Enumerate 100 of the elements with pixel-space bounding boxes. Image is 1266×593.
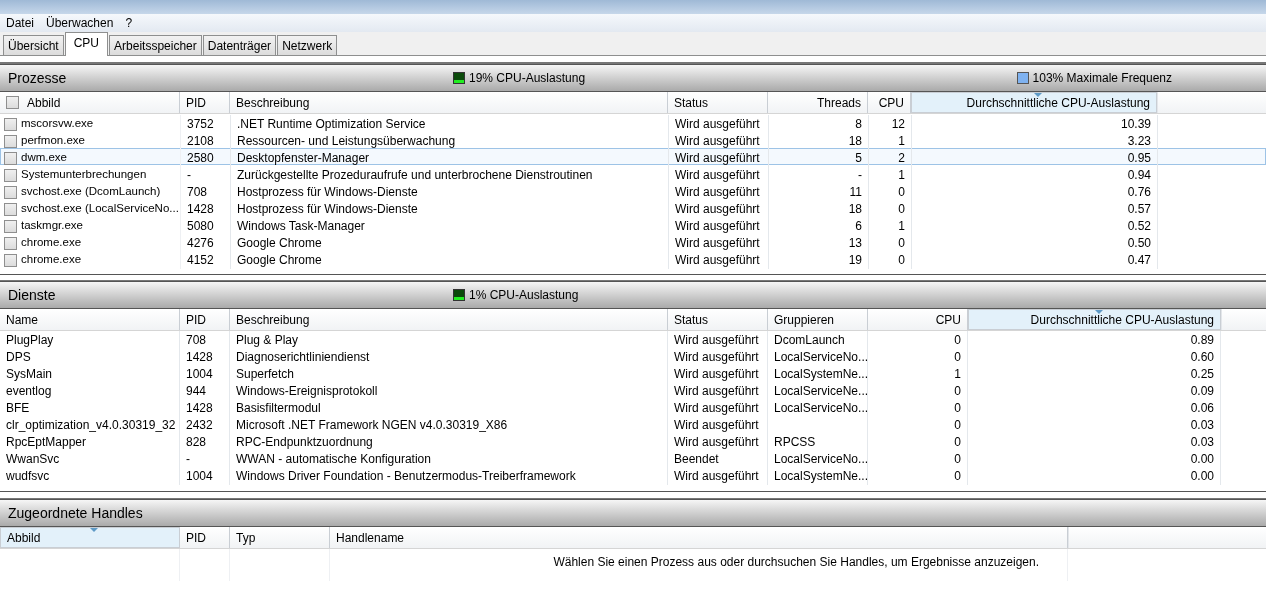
table-cell-text: 0.03	[1190, 417, 1214, 434]
tab[interactable]: CPU	[64, 32, 109, 56]
process-row[interactable]: Systemunterbrechungen - Zurückgestellte Prozeduraufrufe und unterbrochene Dienstroutinen Wird ausgeführt - 1 0.94	[0, 165, 1266, 182]
column-header[interactable]: PID	[180, 527, 230, 548]
tab[interactable]: Arbeitsspeicher	[109, 35, 202, 55]
table-cell-text: DcomLaunch	[774, 332, 845, 349]
checkbox[interactable]	[4, 253, 17, 267]
column-header[interactable]: Durchschnittliche CPU-Auslastung	[968, 309, 1221, 330]
table-cell-text: Systemunterbrechungen	[21, 167, 147, 183]
table-cell-text: 3.23	[1127, 133, 1151, 150]
tab[interactable]: Übersicht	[3, 35, 64, 55]
sort-arrow-icon	[90, 528, 98, 532]
process-row[interactable]: chrome.exe 4152 Google Chrome Wird ausgeführt 19 0 0.47	[0, 250, 1266, 267]
checkbox[interactable]	[4, 202, 17, 216]
column-header[interactable]: Beschreibung	[230, 309, 668, 330]
process-row[interactable]: taskmgr.exe 5080 Windows Task-Manager Wird ausgeführt 6 1 0.52	[0, 216, 1266, 233]
table-cell-text: Diagnoserichtliniendienst	[236, 349, 370, 366]
table-cell-text: 1	[898, 133, 905, 150]
panel-header[interactable]: Prozesse 19% CPU-Auslastung 103% Maximale Frequenz	[0, 64, 1266, 92]
table-cell-text: mscorsvw.exe	[21, 116, 94, 132]
table-cell-text: 18	[848, 133, 862, 150]
process-row[interactable]: mscorsvw.exe 3752 .NET Runtime Optimization Service Wird ausgeführt 8 12 10.39	[0, 114, 1266, 131]
checkbox[interactable]	[4, 117, 17, 131]
column-header[interactable]: Handlename	[330, 527, 1068, 548]
menu-item[interactable]: ?	[125, 14, 133, 32]
table-cell-text: -	[858, 167, 862, 184]
table-cell-text: 13	[848, 235, 862, 252]
table-cell-text: svchost.exe (DcomLaunch)	[21, 184, 161, 200]
table-cell-text: 11	[849, 184, 862, 201]
process-row[interactable]: svchost.exe (LocalServiceNo... 1428 Hostprozess für Windows-Dienste Wird ausgeführt 18 0 0.57	[0, 199, 1266, 216]
process-row[interactable]: chrome.exe 4276 Google Chrome Wird ausgeführt 13 0 0.50	[0, 233, 1266, 250]
cpu-meter-icon	[453, 72, 465, 84]
column-header[interactable]: PID	[180, 92, 230, 113]
column-header[interactable]: Beschreibung	[230, 92, 668, 113]
process-row[interactable]: dwm.exe 2580 Desktopfenster-Manager Wird ausgeführt 5 2 0.95	[0, 148, 1266, 165]
table-cell-text: Wird ausgeführt	[675, 235, 760, 252]
menu-item[interactable]: Datei	[6, 14, 34, 32]
table-cell-text: 0.57	[1127, 201, 1151, 218]
table-cell-text: 0	[898, 235, 905, 252]
checkbox[interactable]	[4, 134, 17, 148]
table-cell-text: Wird ausgeführt	[674, 383, 759, 400]
table-cell-text: 18	[848, 201, 862, 218]
process-row[interactable]: svchost.exe (DcomLaunch) 708 Hostprozess für Windows-Dienste Wird ausgeführt 11 0 0.76	[0, 182, 1266, 199]
table-cell-text: 0	[898, 201, 905, 218]
column-header[interactable]: Abbild	[0, 527, 180, 548]
frequency-icon	[1016, 72, 1029, 84]
table-cell-text: Hostprozess für Windows-Dienste	[237, 201, 418, 218]
checkbox[interactable]	[4, 185, 17, 199]
table-cell-text: WwanSvc	[6, 451, 60, 468]
column-header[interactable]: PID	[180, 309, 230, 330]
table-cell-text: svchost.exe (LocalServiceNo...	[21, 201, 179, 217]
checkbox[interactable]	[4, 219, 17, 233]
table-cell-text: SysMain	[6, 366, 52, 383]
column-header[interactable]: Durchschnittliche CPU-Auslastung	[911, 92, 1157, 113]
panel-header[interactable]: Zugeordnete Handles	[0, 499, 1266, 527]
table-cell-text: Wird ausgeführt	[674, 468, 759, 485]
panel-header[interactable]: Dienste 1% CPU-Auslastung	[0, 281, 1266, 309]
table-cell-text: LocalSystemNe...	[774, 366, 869, 383]
cpu-meter-icon	[453, 289, 465, 301]
column-header[interactable]: Status	[668, 309, 768, 330]
table-cell-text: LocalServiceNo...	[774, 400, 869, 417]
tab[interactable]: Datenträger	[202, 35, 277, 55]
table-cell-text: 0	[954, 400, 961, 417]
column-header[interactable]: Abbild	[0, 92, 180, 113]
checkbox[interactable]	[4, 151, 17, 165]
table-cell-text: 2108	[187, 133, 214, 150]
table-cell-text: 10.39	[1120, 116, 1151, 133]
menu-item[interactable]: Überwachen	[46, 14, 114, 32]
table-cell-text: 19	[848, 252, 862, 269]
table-cell-text: Zurückgestellte Prozeduraufrufe und unterbrochene Dienstroutinen	[237, 167, 593, 184]
table-cell-text: perfmon.exe	[21, 133, 85, 149]
column-header[interactable]: Status	[668, 92, 768, 113]
table-cell-text: 1004	[186, 468, 213, 485]
table-cell-text: 0	[954, 451, 961, 468]
column-header[interactable]: Threads	[768, 92, 868, 113]
table-cell-text: 6	[855, 218, 862, 235]
table-cell-text: RPC-Endpunktzuordnung	[236, 434, 373, 451]
tab[interactable]: Netzwerk	[277, 35, 338, 55]
column-header[interactable]: Typ	[230, 527, 330, 548]
table-cell-text: 12	[891, 116, 905, 133]
table-cell-text: 0.00	[1190, 451, 1214, 468]
table-cell-text: 0	[954, 434, 961, 451]
table-cell-text: 708	[187, 184, 208, 201]
sort-arrow-icon	[1094, 310, 1103, 314]
table-cell-text: Google Chrome	[237, 235, 322, 252]
checkbox[interactable]	[4, 236, 17, 250]
checkbox[interactable]	[6, 96, 19, 109]
table-cell-text: Windows-Ereignisprotokoll	[236, 383, 378, 400]
table-cell-text: 0	[898, 252, 905, 269]
table-cell-text: chrome.exe	[21, 235, 82, 251]
table-cell-text: 0.50	[1127, 235, 1151, 252]
table-cell-text: .NET Runtime Optimization Service	[237, 116, 426, 133]
table-cell-text: 2580	[187, 150, 214, 167]
checkbox[interactable]	[4, 168, 17, 182]
column-header[interactable]: Name	[0, 309, 180, 330]
table-cell-text: Basisfiltermodul	[236, 400, 321, 417]
table-cell-text: WWAN - automatische Konfiguration	[236, 451, 431, 468]
table-cell-text: 1428	[186, 349, 213, 366]
column-header[interactable]: Gruppieren	[768, 309, 868, 330]
table-cell-text: 5	[855, 150, 862, 167]
